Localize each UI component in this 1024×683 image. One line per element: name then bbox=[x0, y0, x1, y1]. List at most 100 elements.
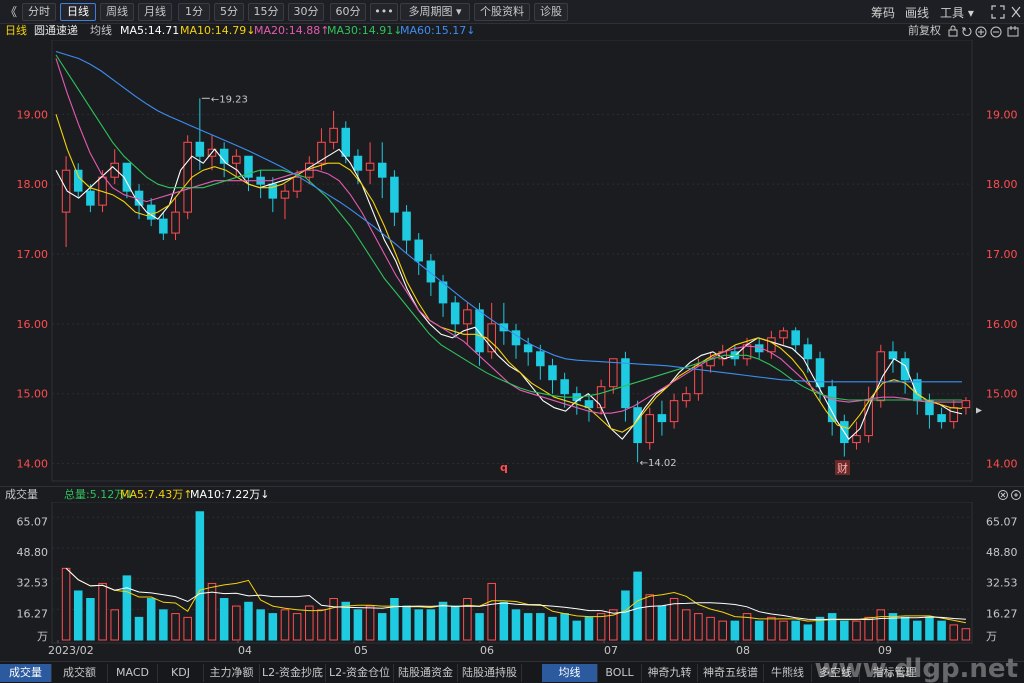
indicator-tab[interactable]: L2-资金仓位 bbox=[326, 664, 394, 682]
volume-bar bbox=[511, 609, 521, 641]
ma-line-ma20 bbox=[55, 58, 962, 414]
period-toolbar: 《 分时 日线 周线 月线 1分 5分 15分 30分 60分 ••• 多周期图… bbox=[0, 0, 1024, 24]
indicator-tab[interactable]: 主力净额 bbox=[204, 664, 260, 682]
volume-bar bbox=[159, 609, 168, 641]
candle-body bbox=[341, 127, 351, 157]
indicator-tab[interactable]: 神奇五线谱 bbox=[698, 664, 764, 682]
volume-bar bbox=[694, 613, 703, 641]
ma10-value: MA10:14.79↓ bbox=[180, 24, 256, 37]
current-price-marker bbox=[976, 407, 982, 414]
tab-30min[interactable]: 30分 bbox=[288, 3, 324, 21]
price-tick-left: 15.00 bbox=[17, 388, 49, 401]
tab-1min[interactable]: 1分 bbox=[178, 3, 210, 21]
tab-intraday[interactable]: 分时 bbox=[22, 3, 56, 21]
volume-bar bbox=[390, 598, 399, 641]
volume-bar bbox=[560, 613, 569, 641]
volume-bar bbox=[463, 598, 472, 641]
tab-daily[interactable]: 日线 bbox=[60, 3, 96, 21]
ma60-value: MA60:15.17↓ bbox=[400, 24, 476, 37]
candle-body bbox=[110, 162, 119, 178]
indicator-tab[interactable]: MACD bbox=[108, 664, 158, 682]
price-tick-right: 16.00 bbox=[986, 318, 1018, 331]
candle-body bbox=[402, 211, 411, 241]
volume-header: 成交量 总量:5.12万↓ MA5:7.43万↑ MA10:7.22万↓ bbox=[0, 486, 1024, 502]
ma20-value: MA20:14.88↑ bbox=[254, 24, 330, 37]
volume-bar bbox=[268, 613, 278, 641]
candle-body bbox=[645, 414, 655, 444]
volume-bar bbox=[292, 613, 302, 641]
stock-profile-button[interactable]: 个股资料 bbox=[474, 3, 530, 21]
more-icon[interactable] bbox=[1010, 5, 1022, 19]
volume-bar bbox=[596, 613, 606, 641]
volume-bars bbox=[61, 511, 971, 641]
avg-line-label[interactable]: 均线 bbox=[90, 24, 112, 38]
chart-control-icons[interactable] bbox=[948, 25, 1022, 38]
collapse-icon[interactable]: 《 bbox=[5, 3, 17, 20]
ma-legend-bar: 日线 圆通速递 均线 MA5:14.71 MA10:14.79↓ MA20:14… bbox=[0, 24, 1024, 40]
volume-bar bbox=[73, 590, 83, 641]
volume-bar bbox=[146, 598, 156, 641]
volume-bar bbox=[657, 605, 667, 641]
tab-60min[interactable]: 60分 bbox=[330, 3, 366, 21]
candle-body bbox=[657, 414, 667, 423]
stock-name: 圆通速递 bbox=[34, 24, 78, 37]
candle-body bbox=[876, 351, 886, 402]
indicator-tab[interactable]: BOLL bbox=[598, 664, 642, 682]
volume-bar bbox=[949, 624, 959, 641]
period-label: 日线 bbox=[5, 24, 27, 37]
price-tick-left: 16.00 bbox=[17, 318, 49, 331]
price-tick-right: 14.00 bbox=[986, 458, 1018, 471]
expand-icon[interactable] bbox=[991, 5, 1005, 19]
volume-bar bbox=[645, 594, 655, 641]
indicator-tab[interactable]: 成交额 bbox=[52, 664, 108, 682]
indicator-tab[interactable]: 陆股通持股 bbox=[458, 664, 522, 682]
indicator-tab[interactable]: 神奇九转 bbox=[642, 664, 698, 682]
volume-chart[interactable]: 65.07 65.07 48.80 48.80 32.53 32.53 16.27 16.27… bbox=[0, 502, 1024, 660]
volume-bar bbox=[195, 511, 205, 641]
adjust-mode[interactable]: 前复权 bbox=[908, 24, 941, 38]
volume-tick-right: 32.53 bbox=[986, 577, 1018, 590]
date-label: 09 bbox=[878, 644, 892, 657]
ma-lines bbox=[55, 50, 963, 440]
candle-body bbox=[560, 379, 569, 395]
volume-bar bbox=[633, 571, 642, 641]
candle-body bbox=[390, 176, 399, 213]
indicator-tab[interactable]: 均线 bbox=[542, 664, 598, 682]
price-annotations: ←19.23 ←14.02 q 财 bbox=[201, 94, 850, 475]
volume-tick-right: 16.27 bbox=[986, 607, 1018, 620]
chips-button[interactable]: 筹码 bbox=[871, 4, 895, 21]
indicator-tab[interactable]: 指标管理 bbox=[860, 664, 930, 682]
price-tick-left: 17.00 bbox=[17, 248, 49, 261]
tools-dropdown[interactable]: 工具 ▾ bbox=[940, 4, 974, 21]
indicator-tab[interactable]: 多空线 bbox=[812, 664, 860, 682]
ma5-value: MA5:14.71 bbox=[120, 24, 180, 37]
tab-weekly[interactable]: 周线 bbox=[100, 3, 134, 21]
indicator-tab[interactable]: 牛熊线 bbox=[764, 664, 812, 682]
candle-body bbox=[900, 358, 910, 381]
candle-body bbox=[86, 190, 95, 206]
indicator-tab[interactable]: 成交量 bbox=[0, 664, 52, 682]
high-label: ←19.23 bbox=[211, 94, 248, 105]
volume-ma5: MA5:7.43万↑ bbox=[120, 488, 193, 501]
volume-bar bbox=[718, 620, 727, 641]
volume-bar bbox=[900, 616, 910, 641]
volume-bar bbox=[961, 628, 971, 641]
diagnose-button[interactable]: 诊股 bbox=[534, 3, 568, 21]
indicator-tab[interactable]: KDJ bbox=[158, 664, 204, 682]
draw-line-button[interactable]: 画线 bbox=[905, 4, 929, 21]
volume-bar bbox=[450, 605, 460, 641]
indicator-tab[interactable]: 陆股通资金 bbox=[394, 664, 458, 682]
more-periods-button[interactable]: ••• bbox=[370, 3, 398, 21]
indicator-tab[interactable]: L2-资金抄底 bbox=[260, 664, 326, 682]
tab-5min[interactable]: 5分 bbox=[214, 3, 244, 21]
multi-period-dropdown[interactable]: 多周期图 ▾ bbox=[400, 3, 470, 21]
price-tick-right: 15.00 bbox=[986, 388, 1018, 401]
date-label: 04 bbox=[238, 644, 252, 657]
tab-monthly[interactable]: 月线 bbox=[138, 3, 172, 21]
volume-bar bbox=[669, 598, 679, 641]
candle-body bbox=[365, 162, 375, 171]
price-chart[interactable]: 19.00 19.00 18.00 18.00 17.00 17.00 16.00 16.00… bbox=[0, 40, 1024, 482]
tab-15min[interactable]: 15分 bbox=[248, 3, 284, 21]
volume-bar bbox=[341, 601, 351, 641]
volume-controls-icons[interactable] bbox=[998, 489, 1022, 501]
